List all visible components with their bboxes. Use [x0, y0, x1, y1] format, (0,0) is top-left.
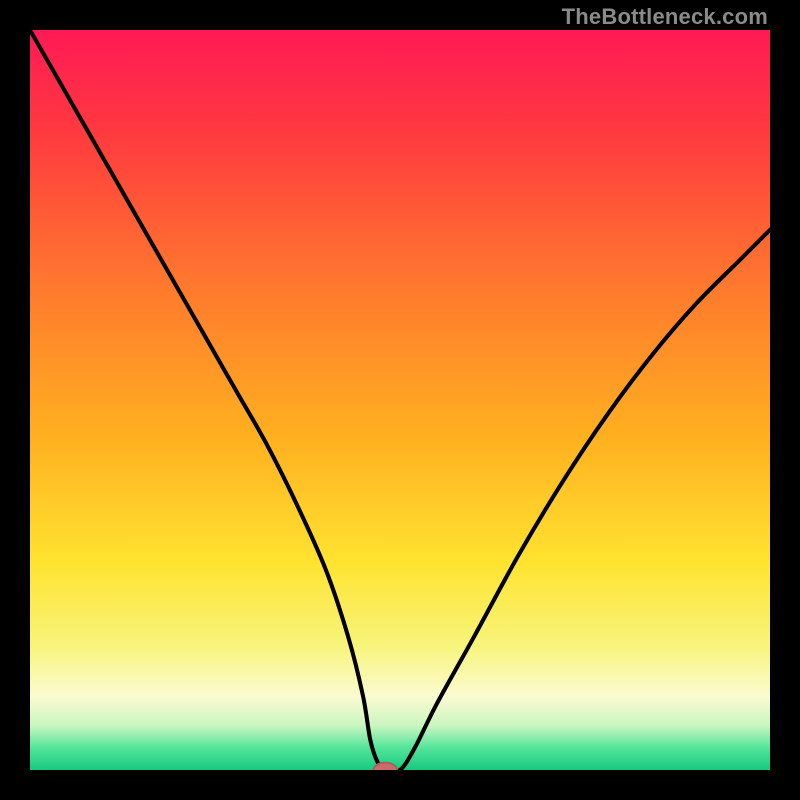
outer-frame: TheBottleneck.com: [0, 0, 800, 800]
plot-area: [30, 30, 770, 770]
optimum-marker: [373, 763, 397, 770]
gradient-background: [30, 30, 770, 770]
watermark-text: TheBottleneck.com: [562, 4, 768, 30]
bottleneck-chart: [30, 30, 770, 770]
